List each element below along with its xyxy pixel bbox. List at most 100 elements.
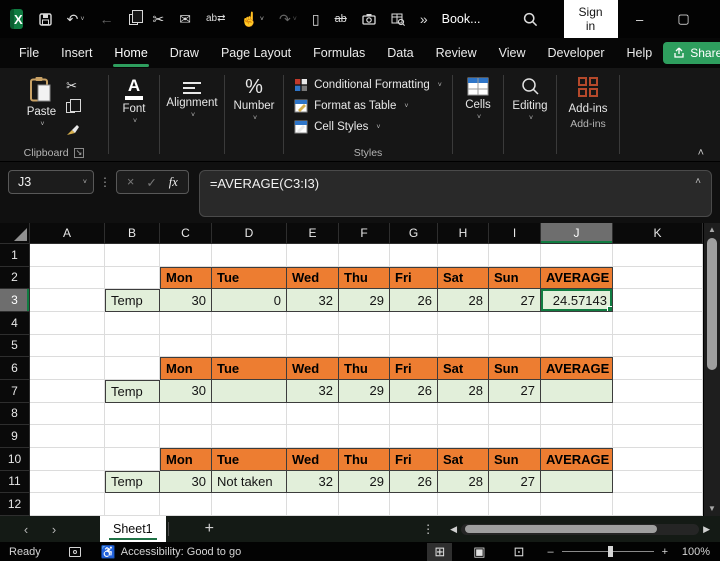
scroll-left-icon[interactable]: ◀ — [446, 524, 461, 535]
cell-F5[interactable] — [339, 334, 390, 358]
scroll-up-icon[interactable]: ▲ — [708, 223, 716, 237]
cell-C10[interactable]: Mon — [160, 447, 212, 471]
cell-C2[interactable]: Mon — [160, 266, 212, 290]
tab-file[interactable]: File — [8, 42, 50, 64]
cell-I11[interactable]: 27 — [489, 470, 541, 494]
cell-K10[interactable] — [613, 447, 703, 471]
cell-D11[interactable]: Not taken — [212, 470, 287, 494]
zoom-in-icon[interactable]: + — [662, 546, 668, 558]
row-header-2[interactable]: 2 — [0, 266, 30, 290]
accessibility-status[interactable]: Accessibility: Good to go — [121, 546, 241, 558]
row-header-11[interactable]: 11 — [0, 470, 30, 494]
undo-icon[interactable]: ↶ ˅ — [67, 12, 85, 26]
vertical-scrollbar[interactable]: ▲ ▼ — [703, 223, 720, 516]
cell-E4[interactable] — [287, 311, 339, 335]
cell-G7[interactable]: 26 — [390, 379, 438, 403]
cell-I3[interactable]: 27 — [489, 289, 541, 312]
cell-A2[interactable] — [30, 266, 105, 290]
minimize-button[interactable]: – — [618, 12, 662, 27]
cell-H8[interactable] — [438, 402, 489, 426]
cell-G1[interactable] — [390, 244, 438, 267]
back-arrow-icon[interactable]: ← — [100, 12, 114, 26]
excel-logo-icon[interactable]: X — [10, 9, 23, 29]
cell-C5[interactable] — [160, 334, 212, 358]
cell-H3[interactable]: 28 — [438, 289, 489, 312]
cell-A9[interactable] — [30, 425, 105, 448]
cell-I6[interactable]: Sun — [489, 357, 541, 380]
cell-J3[interactable]: 24.57143 — [541, 289, 613, 312]
more-commands-icon[interactable]: » — [420, 12, 428, 26]
redo-icon[interactable]: ↷ ˅ — [279, 12, 297, 26]
cell-A10[interactable] — [30, 447, 105, 471]
row-header-6[interactable]: 6 — [0, 357, 30, 380]
cell-B4[interactable] — [105, 311, 160, 335]
cell-E5[interactable] — [287, 334, 339, 358]
cell-B1[interactable] — [105, 244, 160, 267]
cancel-icon[interactable]: × — [127, 175, 134, 189]
cell-F3[interactable]: 29 — [339, 289, 390, 312]
cell-G10[interactable]: Fri — [390, 447, 438, 471]
cell-A12[interactable] — [30, 493, 105, 516]
cell-E3[interactable]: 32 — [287, 289, 339, 312]
column-header-E[interactable]: E — [287, 223, 339, 244]
cell-I2[interactable]: Sun — [489, 266, 541, 290]
column-header-K[interactable]: K — [613, 223, 703, 244]
cell-G3[interactable]: 26 — [390, 289, 438, 312]
cell-B5[interactable] — [105, 334, 160, 358]
cell-B7[interactable]: Temp — [105, 379, 160, 403]
clipboard-dialog-launcher-icon[interactable]: ↘ — [73, 147, 85, 158]
cell-H7[interactable]: 28 — [438, 379, 489, 403]
scroll-down-icon[interactable]: ▼ — [708, 502, 716, 516]
cell-E6[interactable]: Wed — [287, 357, 339, 380]
tab-review[interactable]: Review — [425, 42, 488, 64]
cell-F9[interactable] — [339, 425, 390, 448]
tab-view[interactable]: View — [488, 42, 537, 64]
paste-button[interactable]: Paste ˅ — [27, 76, 56, 128]
cell-J10[interactable]: AVERAGE — [541, 447, 613, 471]
zoom-out-icon[interactable]: – — [547, 546, 553, 558]
collapse-ribbon-icon[interactable]: ˄ — [698, 147, 704, 159]
tab-draw[interactable]: Draw — [159, 42, 210, 64]
cell-H10[interactable]: Sat — [438, 447, 489, 471]
sign-in-button[interactable]: Sign in — [563, 0, 618, 38]
cell-E8[interactable] — [287, 402, 339, 426]
workbook-stats-icon[interactable] — [391, 13, 405, 26]
format-as-table-button[interactable]: Format as Table ˅ — [294, 99, 408, 113]
cell-J7[interactable] — [541, 379, 613, 403]
cell-E10[interactable]: Wed — [287, 447, 339, 471]
editing-group[interactable]: Editing ˅ — [504, 68, 556, 161]
add-sheet-button[interactable]: + — [205, 520, 214, 538]
row-header-1[interactable]: 1 — [0, 244, 30, 267]
cell-B9[interactable] — [105, 425, 160, 448]
cell-K12[interactable] — [613, 493, 703, 516]
conditional-formatting-button[interactable]: Conditional Formatting ˅ — [294, 78, 442, 92]
share-button[interactable]: Share ˅ — [663, 42, 720, 64]
cell-F8[interactable] — [339, 402, 390, 426]
cell-D4[interactable] — [212, 311, 287, 335]
cell-D9[interactable] — [212, 425, 287, 448]
cell-B11[interactable]: Temp — [105, 470, 160, 494]
draft-email-icon[interactable]: ✉ — [179, 12, 191, 26]
cells-group[interactable]: Cells ˅ — [453, 68, 503, 161]
cell-I10[interactable]: Sun — [489, 447, 541, 471]
cell-D8[interactable] — [212, 402, 287, 426]
cell-G4[interactable] — [390, 311, 438, 335]
alignment-group[interactable]: Alignment ˅ — [160, 68, 224, 161]
cell-H5[interactable] — [438, 334, 489, 358]
cell-E2[interactable]: Wed — [287, 266, 339, 290]
row-header-7[interactable]: 7 — [0, 379, 30, 403]
cell-A6[interactable] — [30, 357, 105, 380]
cell-F12[interactable] — [339, 493, 390, 516]
cell-G8[interactable] — [390, 402, 438, 426]
cell-K6[interactable] — [613, 357, 703, 380]
column-header-C[interactable]: C — [160, 223, 212, 244]
cell-H4[interactable] — [438, 311, 489, 335]
cell-F4[interactable] — [339, 311, 390, 335]
cell-E9[interactable] — [287, 425, 339, 448]
strikethrough-icon[interactable]: ab — [335, 13, 347, 25]
cell-H1[interactable] — [438, 244, 489, 267]
cell-B3[interactable]: Temp — [105, 289, 160, 312]
cell-D6[interactable]: Tue — [212, 357, 287, 380]
cell-F6[interactable]: Thu — [339, 357, 390, 380]
cell-D7[interactable] — [212, 379, 287, 403]
